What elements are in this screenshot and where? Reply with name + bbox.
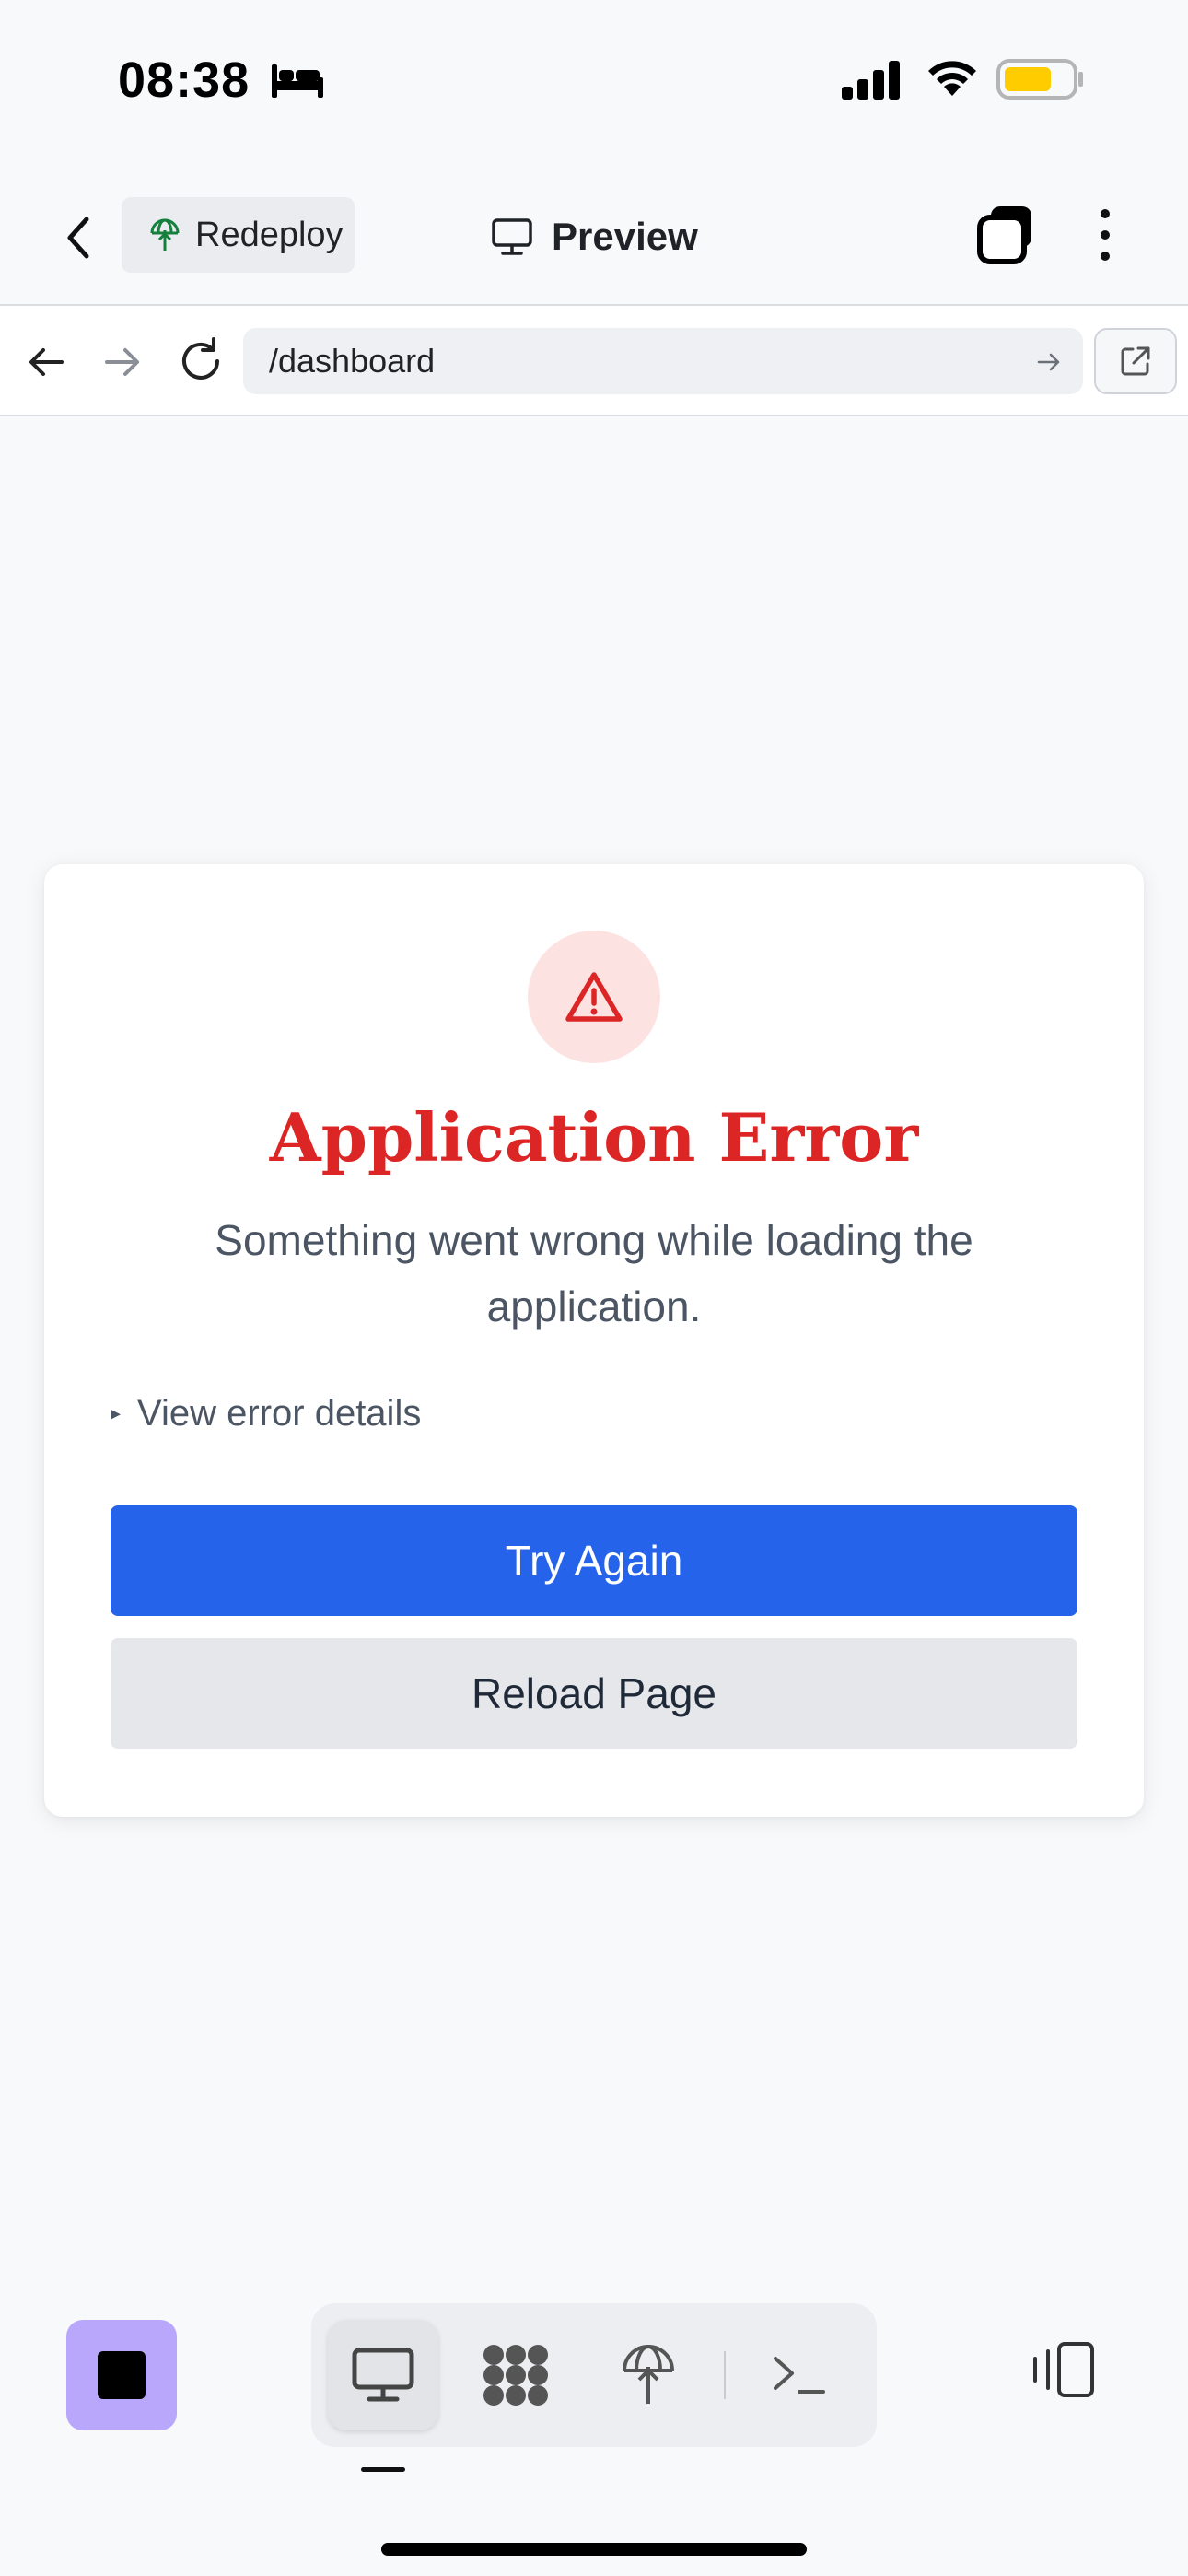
status-bar: 08:38 <box>0 0 1188 161</box>
home-indicator <box>381 2543 807 2556</box>
panel-toggle-icon[interactable] <box>1028 2340 1098 2399</box>
reload-icon[interactable] <box>175 335 227 387</box>
preview-title: Preview <box>491 205 698 269</box>
apps-icon <box>483 2345 548 2406</box>
globe-upload-icon <box>150 218 180 251</box>
error-details-label: View error details <box>137 1392 422 1434</box>
app-header: Redeploy Preview <box>0 166 1188 304</box>
redeploy-button[interactable]: Redeploy <box>122 197 355 273</box>
bed-icon <box>272 64 323 98</box>
bottom-toolbar <box>0 2266 1188 2576</box>
stop-button[interactable] <box>66 2320 177 2430</box>
warning-badge <box>528 931 660 1063</box>
chevron-left-icon[interactable] <box>55 210 101 265</box>
url-input[interactable]: /dashboard <box>243 328 1083 394</box>
error-message: Something went wrong while loading the a… <box>215 1216 973 1330</box>
url-text: /dashboard <box>269 342 436 380</box>
monitor-icon <box>352 2348 414 2402</box>
open-external-button[interactable] <box>1094 328 1177 394</box>
terminal-tool-button[interactable] <box>744 2320 855 2430</box>
arrow-right-icon[interactable] <box>99 339 146 385</box>
globe-upload-icon <box>623 2345 674 2404</box>
cellular-signal-icon <box>842 61 900 100</box>
preview-tool-button[interactable] <box>328 2320 438 2430</box>
battery-icon <box>996 59 1083 100</box>
more-vertical-icon[interactable] <box>1087 203 1124 267</box>
status-time: 08:38 <box>118 53 250 108</box>
redeploy-label: Redeploy <box>195 215 344 254</box>
wifi-icon <box>928 61 976 96</box>
active-tab-indicator <box>361 2467 405 2472</box>
warning-triangle-icon <box>565 972 623 1022</box>
disclosure-triangle-icon: ▸ <box>111 1401 122 1424</box>
reload-page-button[interactable]: Reload Page <box>111 1638 1077 1749</box>
terminal-icon <box>774 2357 825 2394</box>
arrow-left-icon[interactable] <box>23 339 69 385</box>
deploy-tool-button[interactable] <box>593 2320 704 2430</box>
monitor-icon <box>492 218 532 255</box>
apps-tool-button[interactable] <box>460 2320 571 2430</box>
error-details-toggle[interactable]: ▸ View error details <box>111 1386 421 1441</box>
browser-bar: /dashboard <box>0 304 1188 416</box>
error-card: Application Error Something went wrong w… <box>44 864 1144 1817</box>
page-title: Preview <box>552 215 698 258</box>
tabs-icon[interactable] <box>974 203 1039 267</box>
tool-group <box>311 2303 877 2447</box>
arrow-right-icon[interactable] <box>1035 348 1063 376</box>
stop-icon <box>98 2351 146 2399</box>
toolbar-divider <box>724 2351 726 2399</box>
error-title: Application Error <box>269 1098 919 1177</box>
try-again-button[interactable]: Try Again <box>111 1505 1077 1616</box>
external-link-icon <box>1121 346 1150 376</box>
